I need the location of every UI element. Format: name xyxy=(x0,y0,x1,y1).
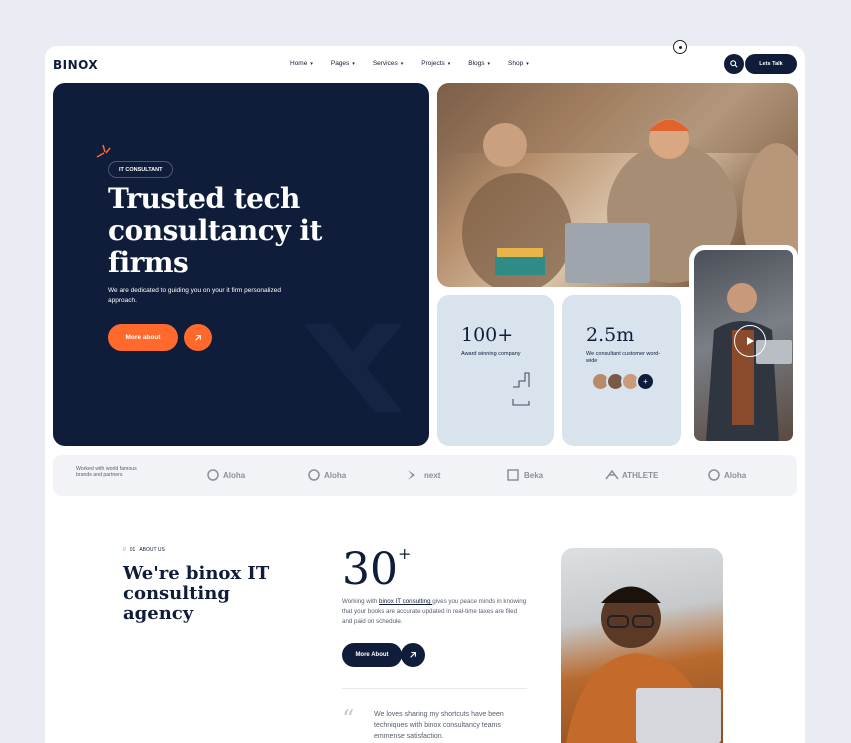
brand-name: next xyxy=(424,470,441,480)
about-link[interactable]: binox IT consulting xyxy=(379,598,432,605)
aloha-logo-icon xyxy=(708,469,720,481)
consultant-photo xyxy=(561,548,723,743)
slashes-icon: // xyxy=(123,547,126,553)
customer-avatars: + xyxy=(591,372,655,391)
brands-label: Worked with world famous brands and part… xyxy=(76,466,137,478)
aloha-logo-icon xyxy=(207,469,219,481)
stat-label: Award winning company xyxy=(461,351,521,357)
play-icon xyxy=(747,337,754,345)
nav-label: Shop xyxy=(508,60,524,67)
stat-label: We consultant customer word-wide xyxy=(586,351,661,364)
athlete-logo-icon xyxy=(605,469,619,480)
play-button[interactable] xyxy=(734,325,766,357)
testimonial-quote: We loves sharing my shortcuts have been … xyxy=(374,711,504,740)
main-nav: Home ▾ Pages ▾ Services ▾ Projects ▾ Blogs ▾ … xyxy=(290,60,529,67)
brand-name: Aloha xyxy=(223,470,246,480)
stat-card-awards: 100+ Award winning company xyxy=(437,295,554,446)
add-avatar-icon[interactable]: + xyxy=(636,372,655,391)
arrow-up-right-icon xyxy=(410,652,416,658)
logo[interactable]: BINOX xyxy=(53,58,98,72)
chevron-down-icon: ▾ xyxy=(400,60,404,67)
stat-value: 2.5m xyxy=(586,324,635,346)
tag-label: ABOUT US xyxy=(139,547,165,553)
mouse-cursor xyxy=(673,40,687,54)
nav-item-pages[interactable]: Pages ▾ xyxy=(331,60,355,67)
beka-logo-icon xyxy=(507,469,519,481)
counter-suffix: + xyxy=(398,544,412,563)
nav-label: Projects xyxy=(421,60,445,67)
nav-item-blogs[interactable]: Blogs ▾ xyxy=(468,60,490,67)
desc-prefix: Working with xyxy=(342,598,380,605)
chevron-down-icon: ▾ xyxy=(447,60,451,67)
nav-item-shop[interactable]: Shop ▾ xyxy=(508,60,529,67)
chevron-down-icon: ▾ xyxy=(352,60,355,67)
page-frame: BINOX Home ▾ Pages ▾ Services ▾ Projects ▾ B… xyxy=(45,46,805,743)
nav-label: Services xyxy=(372,60,398,67)
counter-value: 30 xyxy=(342,544,398,595)
tag-number: 01 xyxy=(129,547,136,553)
stairs-icon xyxy=(512,372,530,406)
presenter-photo xyxy=(689,245,798,446)
years-counter: 30+ xyxy=(342,544,411,595)
chevron-down-icon: ▾ xyxy=(526,60,529,67)
brand-logo: next xyxy=(407,469,440,481)
brand-name: Aloha xyxy=(724,470,747,480)
brand-name: Aloha xyxy=(324,470,347,480)
search-button[interactable] xyxy=(724,54,744,74)
spark-icon xyxy=(96,144,111,158)
nav-item-projects[interactable]: Projects ▾ xyxy=(421,60,450,67)
nav-label: Home xyxy=(290,60,308,67)
stat-card-customers: 2.5m We consultant customer word-wide + xyxy=(562,295,681,446)
arrow-up-right-icon xyxy=(195,334,201,341)
about-tag: //01 ABOUT US xyxy=(123,547,165,553)
hero-panel: IT CONSULTANT Trusted tech consultancy i… xyxy=(53,83,429,446)
hero-description: We are dedicated to guiding you on your … xyxy=(108,287,281,304)
nav-item-services[interactable]: Services ▾ xyxy=(373,60,403,67)
brand-strip: Worked with world famous brands and part… xyxy=(53,455,797,496)
brand-logo: ATHLETE xyxy=(605,469,658,481)
nav-label: Blogs xyxy=(468,60,485,67)
search-icon xyxy=(730,60,738,68)
about-arrow-button[interactable] xyxy=(401,643,425,667)
lets-talk-button[interactable]: Lets Talk xyxy=(745,54,797,74)
about-title: We're binox IT consulting agency xyxy=(123,563,270,624)
more-about-button[interactable]: More About xyxy=(342,643,402,667)
next-logo-icon xyxy=(408,470,415,480)
chevron-down-icon: ▾ xyxy=(310,60,313,67)
hero-title: Trusted tech consultancy it firms xyxy=(108,182,322,279)
brand-name: Beka xyxy=(524,470,544,480)
hero-badge: IT CONSULTANT xyxy=(108,161,174,178)
hero-arrow-button[interactable] xyxy=(184,324,212,351)
brand-logo: Aloha xyxy=(307,469,346,481)
quote-icon: “ xyxy=(342,705,355,733)
logo-watermark-icon xyxy=(303,324,403,412)
brand-name: ATHLETE xyxy=(622,470,659,480)
brand-logo: Beka xyxy=(507,469,543,481)
aloha-logo-icon xyxy=(308,469,320,481)
more-about-button[interactable]: More about xyxy=(108,324,178,351)
nav-item-home[interactable]: Home ▾ xyxy=(290,60,313,67)
stat-value: 100+ xyxy=(461,324,514,346)
nav-label: Pages xyxy=(330,60,350,67)
brand-logo: Aloha xyxy=(707,469,746,481)
about-description: Working with binox IT consulting gives y… xyxy=(342,597,527,627)
brand-logo: Aloha xyxy=(206,469,245,481)
photo-illustration xyxy=(566,586,721,743)
chevron-down-icon: ▾ xyxy=(487,60,491,67)
divider xyxy=(342,688,527,689)
